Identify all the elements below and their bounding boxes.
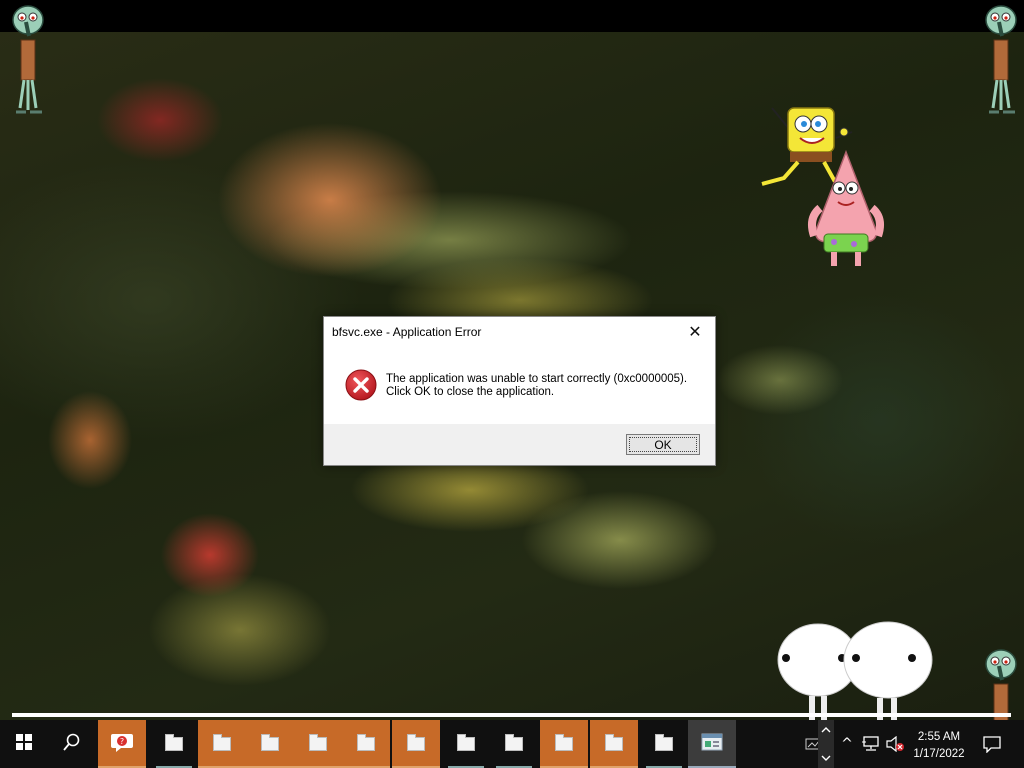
search-button[interactable] <box>48 720 96 768</box>
folder-icon <box>261 734 279 751</box>
patrick-desktop-pet[interactable] <box>806 150 886 272</box>
error-icon <box>345 369 377 401</box>
folder-icon <box>457 734 475 751</box>
folder-icon <box>505 734 523 751</box>
taskbar-app-button[interactable] <box>392 720 440 768</box>
taskbar-app-button[interactable] <box>490 720 538 768</box>
show-hidden-icons-chevron-icon[interactable]: ^ <box>838 734 856 754</box>
squidward-desktop-pet[interactable] <box>979 646 1023 720</box>
folder-icon <box>357 734 375 751</box>
svg-text:?: ? <box>120 737 124 746</box>
taskbar-app-button[interactable] <box>640 720 688 768</box>
network-icon[interactable] <box>860 734 882 754</box>
start-button[interactable] <box>0 720 48 768</box>
folder-icon <box>213 734 231 751</box>
taskbar-pinned-help-app[interactable]: ? <box>98 720 146 768</box>
top-black-bar <box>0 0 1024 32</box>
taskbar-app-button[interactable] <box>294 720 342 768</box>
taskbar-app-button[interactable] <box>246 720 294 768</box>
windows-logo-icon <box>16 734 32 754</box>
help-chat-icon: ? <box>110 731 134 757</box>
scroll-arrows[interactable] <box>818 720 834 768</box>
folder-icon <box>655 734 673 751</box>
taskbar-app-button[interactable] <box>150 720 198 768</box>
close-icon[interactable]: ✕ <box>683 320 707 342</box>
taskbar: ? ^ 2:55 AM 1/17/2022 <box>0 720 1024 768</box>
message-line-1: The application was unable to start corr… <box>386 373 688 385</box>
folder-icon <box>555 734 573 751</box>
volume-muted-icon[interactable] <box>884 734 906 754</box>
folder-icon <box>165 734 183 751</box>
dialog-footer: OK <box>324 424 715 465</box>
taskbar-app-button[interactable] <box>198 720 246 768</box>
folder-icon <box>407 734 425 751</box>
taskbar-app-button[interactable] <box>442 720 490 768</box>
white-blob-desktop-pets[interactable] <box>776 618 936 720</box>
dialog-title: bfsvc.exe - Application Error <box>332 325 482 339</box>
tray-time[interactable]: 2:55 AM <box>904 731 974 743</box>
dialog-message: The application was unable to start corr… <box>386 373 687 399</box>
white-progress-line <box>12 713 1011 717</box>
taskbar-app-button[interactable] <box>540 720 588 768</box>
squidward-desktop-pet[interactable] <box>979 2 1023 122</box>
message-line-2: Click OK to close the application. <box>386 386 555 398</box>
window-icon <box>701 733 723 755</box>
taskbar-app-button[interactable] <box>590 720 638 768</box>
search-icon <box>63 733 81 755</box>
taskbar-app-button[interactable] <box>342 720 390 768</box>
taskbar-app-button[interactable] <box>688 720 736 768</box>
folder-icon <box>605 734 623 751</box>
squidward-desktop-pet[interactable] <box>6 2 50 122</box>
ok-button[interactable]: OK <box>626 434 700 455</box>
action-center-icon[interactable] <box>980 732 1004 756</box>
folder-icon <box>309 734 327 751</box>
tray-date[interactable]: 1/17/2022 <box>904 748 974 760</box>
application-error-dialog: bfsvc.exe - Application Error ✕ The appl… <box>323 316 716 466</box>
